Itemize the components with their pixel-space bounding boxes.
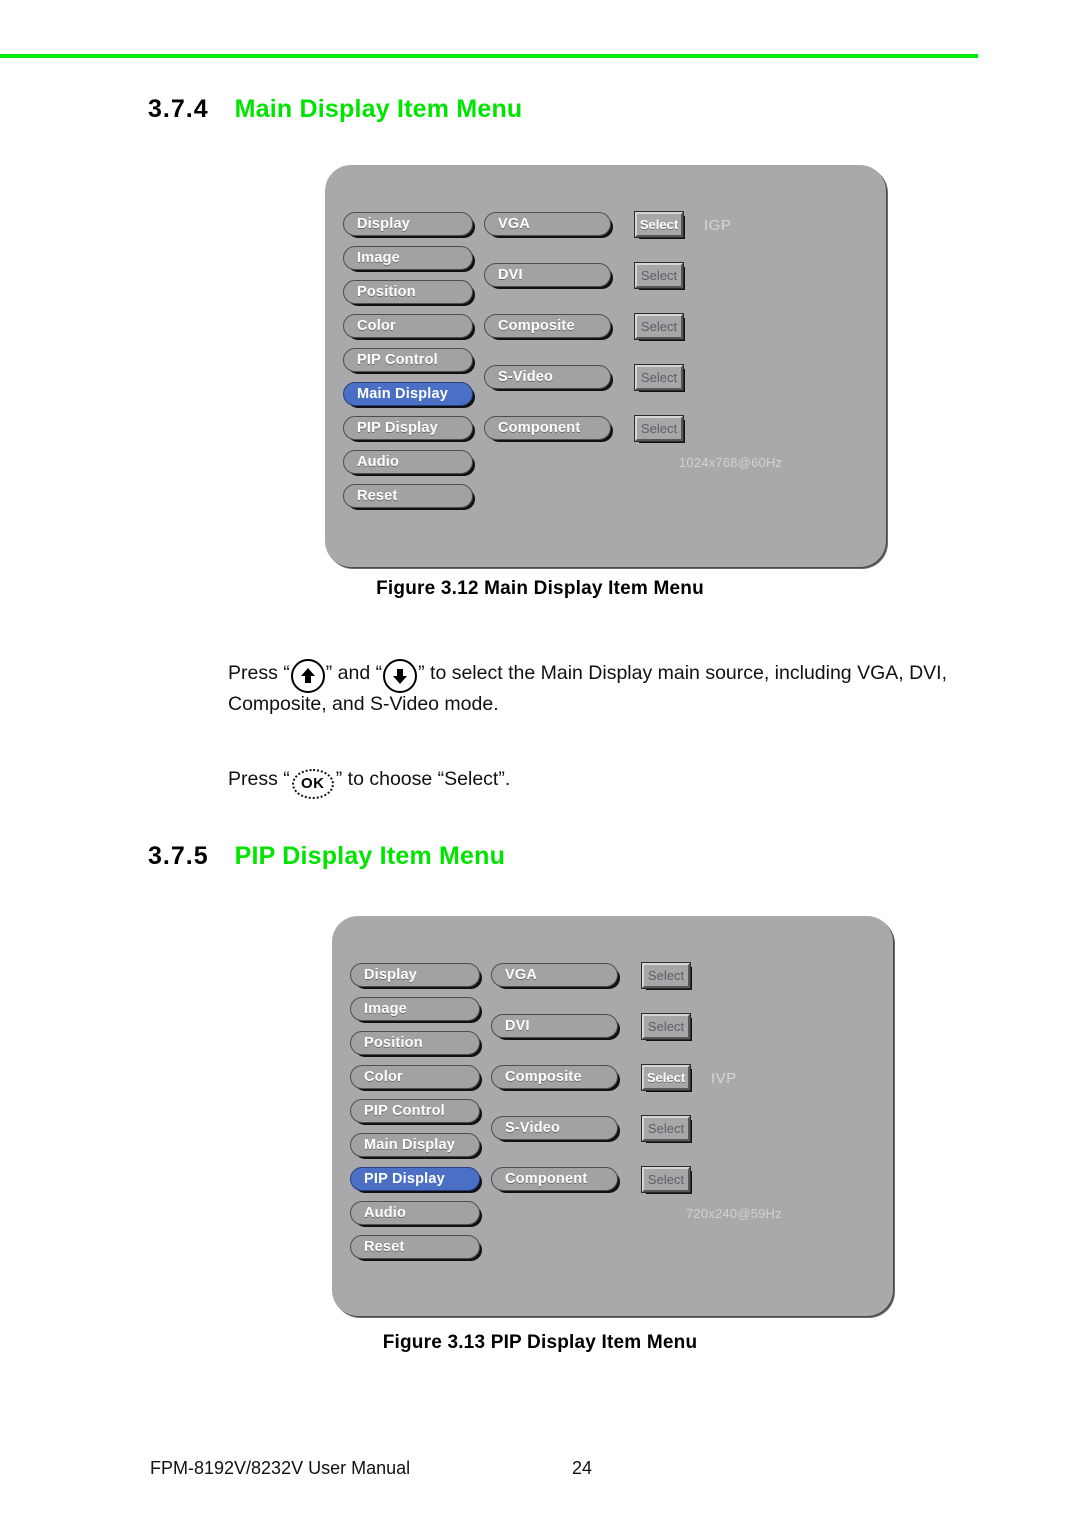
section-title: PIP Display Item Menu bbox=[234, 842, 506, 870]
paragraph-press-prefix: Press “ bbox=[228, 662, 290, 684]
footer-page-number: 24 bbox=[572, 1458, 593, 1478]
section-number: 3.7.4 bbox=[148, 95, 209, 123]
osd-source-composite[interactable]: Composite bbox=[484, 314, 611, 338]
osd-select-button-component[interactable]: Select bbox=[641, 1166, 691, 1193]
osd-resolution: 720x240@59Hz bbox=[686, 1206, 782, 1221]
osd-panel-main-display: Display Image Position Color PIP Control… bbox=[325, 165, 886, 567]
paragraph-press-ok: Press “OK” to choose “Select”. bbox=[228, 764, 988, 799]
osd-menu-item-image[interactable]: Image bbox=[350, 997, 480, 1021]
osd-source-s-video[interactable]: S-Video bbox=[491, 1116, 618, 1140]
osd-resolution: 1024x768@60Hz bbox=[679, 455, 783, 470]
osd-select-button-composite[interactable]: Select bbox=[634, 313, 684, 340]
paragraph-press-ok-prefix: Press “ bbox=[228, 768, 290, 790]
osd-source-component[interactable]: Component bbox=[491, 1167, 618, 1191]
arrow-down-key-icon bbox=[383, 658, 418, 693]
osd-select-button-s-video[interactable]: Select bbox=[641, 1115, 691, 1142]
figure-caption-313: Figure 3.13 PIP Display Item Menu bbox=[382, 1332, 698, 1353]
paragraph-press-line2: Composite, and S-Video mode. bbox=[228, 692, 499, 715]
osd-menu-item-position[interactable]: Position bbox=[343, 280, 473, 304]
page-footer: FPM-8192V/8232V User Manual 24 bbox=[0, 1458, 1080, 1484]
osd-select-button-dvi[interactable]: Select bbox=[641, 1013, 691, 1040]
osd-source-vga[interactable]: VGA bbox=[484, 212, 611, 236]
section-heading-375: 3.7.5 PIP Display Item Menu bbox=[148, 842, 505, 871]
osd-select-button-vga[interactable]: Select bbox=[634, 211, 684, 238]
osd-menu-item-main-display[interactable]: Main Display bbox=[343, 382, 473, 406]
ok-key-icon: OK bbox=[291, 768, 334, 799]
osd-source-dvi[interactable]: DVI bbox=[484, 263, 611, 287]
osd-menu-item-audio[interactable]: Audio bbox=[343, 450, 473, 474]
osd-menu-item-display[interactable]: Display bbox=[350, 963, 480, 987]
paragraph-press-ok-tail: ” to choose “Select”. bbox=[335, 768, 511, 790]
osd-source-tag: IGP bbox=[704, 217, 732, 234]
osd-menu-item-reset[interactable]: Reset bbox=[343, 484, 473, 508]
osd-menu-item-audio[interactable]: Audio bbox=[350, 1201, 480, 1225]
section-title: Main Display Item Menu bbox=[234, 95, 523, 123]
osd-select-button-dvi[interactable]: Select bbox=[634, 262, 684, 289]
osd-select-button-component[interactable]: Select bbox=[634, 415, 684, 442]
osd-menu-item-color[interactable]: Color bbox=[350, 1065, 480, 1089]
paragraph-and-connector: ” and “ bbox=[325, 662, 383, 684]
section-heading-374: 3.7.4 Main Display Item Menu bbox=[148, 95, 522, 124]
osd-panel-pip-display: Display Image Position Color PIP Control… bbox=[332, 916, 893, 1316]
section-number: 3.7.5 bbox=[148, 842, 209, 870]
osd-menu-item-pip-display[interactable]: PIP Display bbox=[343, 416, 473, 440]
footer-manual-title: FPM-8192V/8232V User Manual bbox=[150, 1458, 411, 1478]
osd-menu-item-color[interactable]: Color bbox=[343, 314, 473, 338]
osd-menu-item-main-display[interactable]: Main Display bbox=[350, 1133, 480, 1157]
osd-menu-item-position[interactable]: Position bbox=[350, 1031, 480, 1055]
osd-select-button-composite[interactable]: Select bbox=[641, 1064, 691, 1091]
osd-menu-item-pip-control[interactable]: PIP Control bbox=[350, 1099, 480, 1123]
osd-source-tag: IVP bbox=[711, 1070, 737, 1087]
osd-menu-item-image[interactable]: Image bbox=[343, 246, 473, 270]
osd-menu-item-pip-display[interactable]: PIP Display bbox=[350, 1167, 480, 1191]
osd-menu-item-reset[interactable]: Reset bbox=[350, 1235, 480, 1259]
osd-source-composite[interactable]: Composite bbox=[491, 1065, 618, 1089]
paragraph-press-tail: ” to select the Main Display main source… bbox=[418, 662, 948, 684]
osd-select-button-vga[interactable]: Select bbox=[641, 962, 691, 989]
paragraph-press-up-down: Press “ ” and “ ” to select the Main Dis… bbox=[228, 658, 988, 719]
osd-source-dvi[interactable]: DVI bbox=[491, 1014, 618, 1038]
osd-menu-item-pip-control[interactable]: PIP Control bbox=[343, 348, 473, 372]
arrow-up-key-icon bbox=[290, 658, 325, 693]
osd-menu-item-display[interactable]: Display bbox=[343, 212, 473, 236]
osd-source-vga[interactable]: VGA bbox=[491, 963, 618, 987]
header-divider-rule bbox=[0, 54, 978, 58]
figure-caption-312: Figure 3.12 Main Display Item Menu bbox=[376, 578, 704, 599]
osd-source-s-video[interactable]: S-Video bbox=[484, 365, 611, 389]
osd-source-component[interactable]: Component bbox=[484, 416, 611, 440]
osd-select-button-s-video[interactable]: Select bbox=[634, 364, 684, 391]
